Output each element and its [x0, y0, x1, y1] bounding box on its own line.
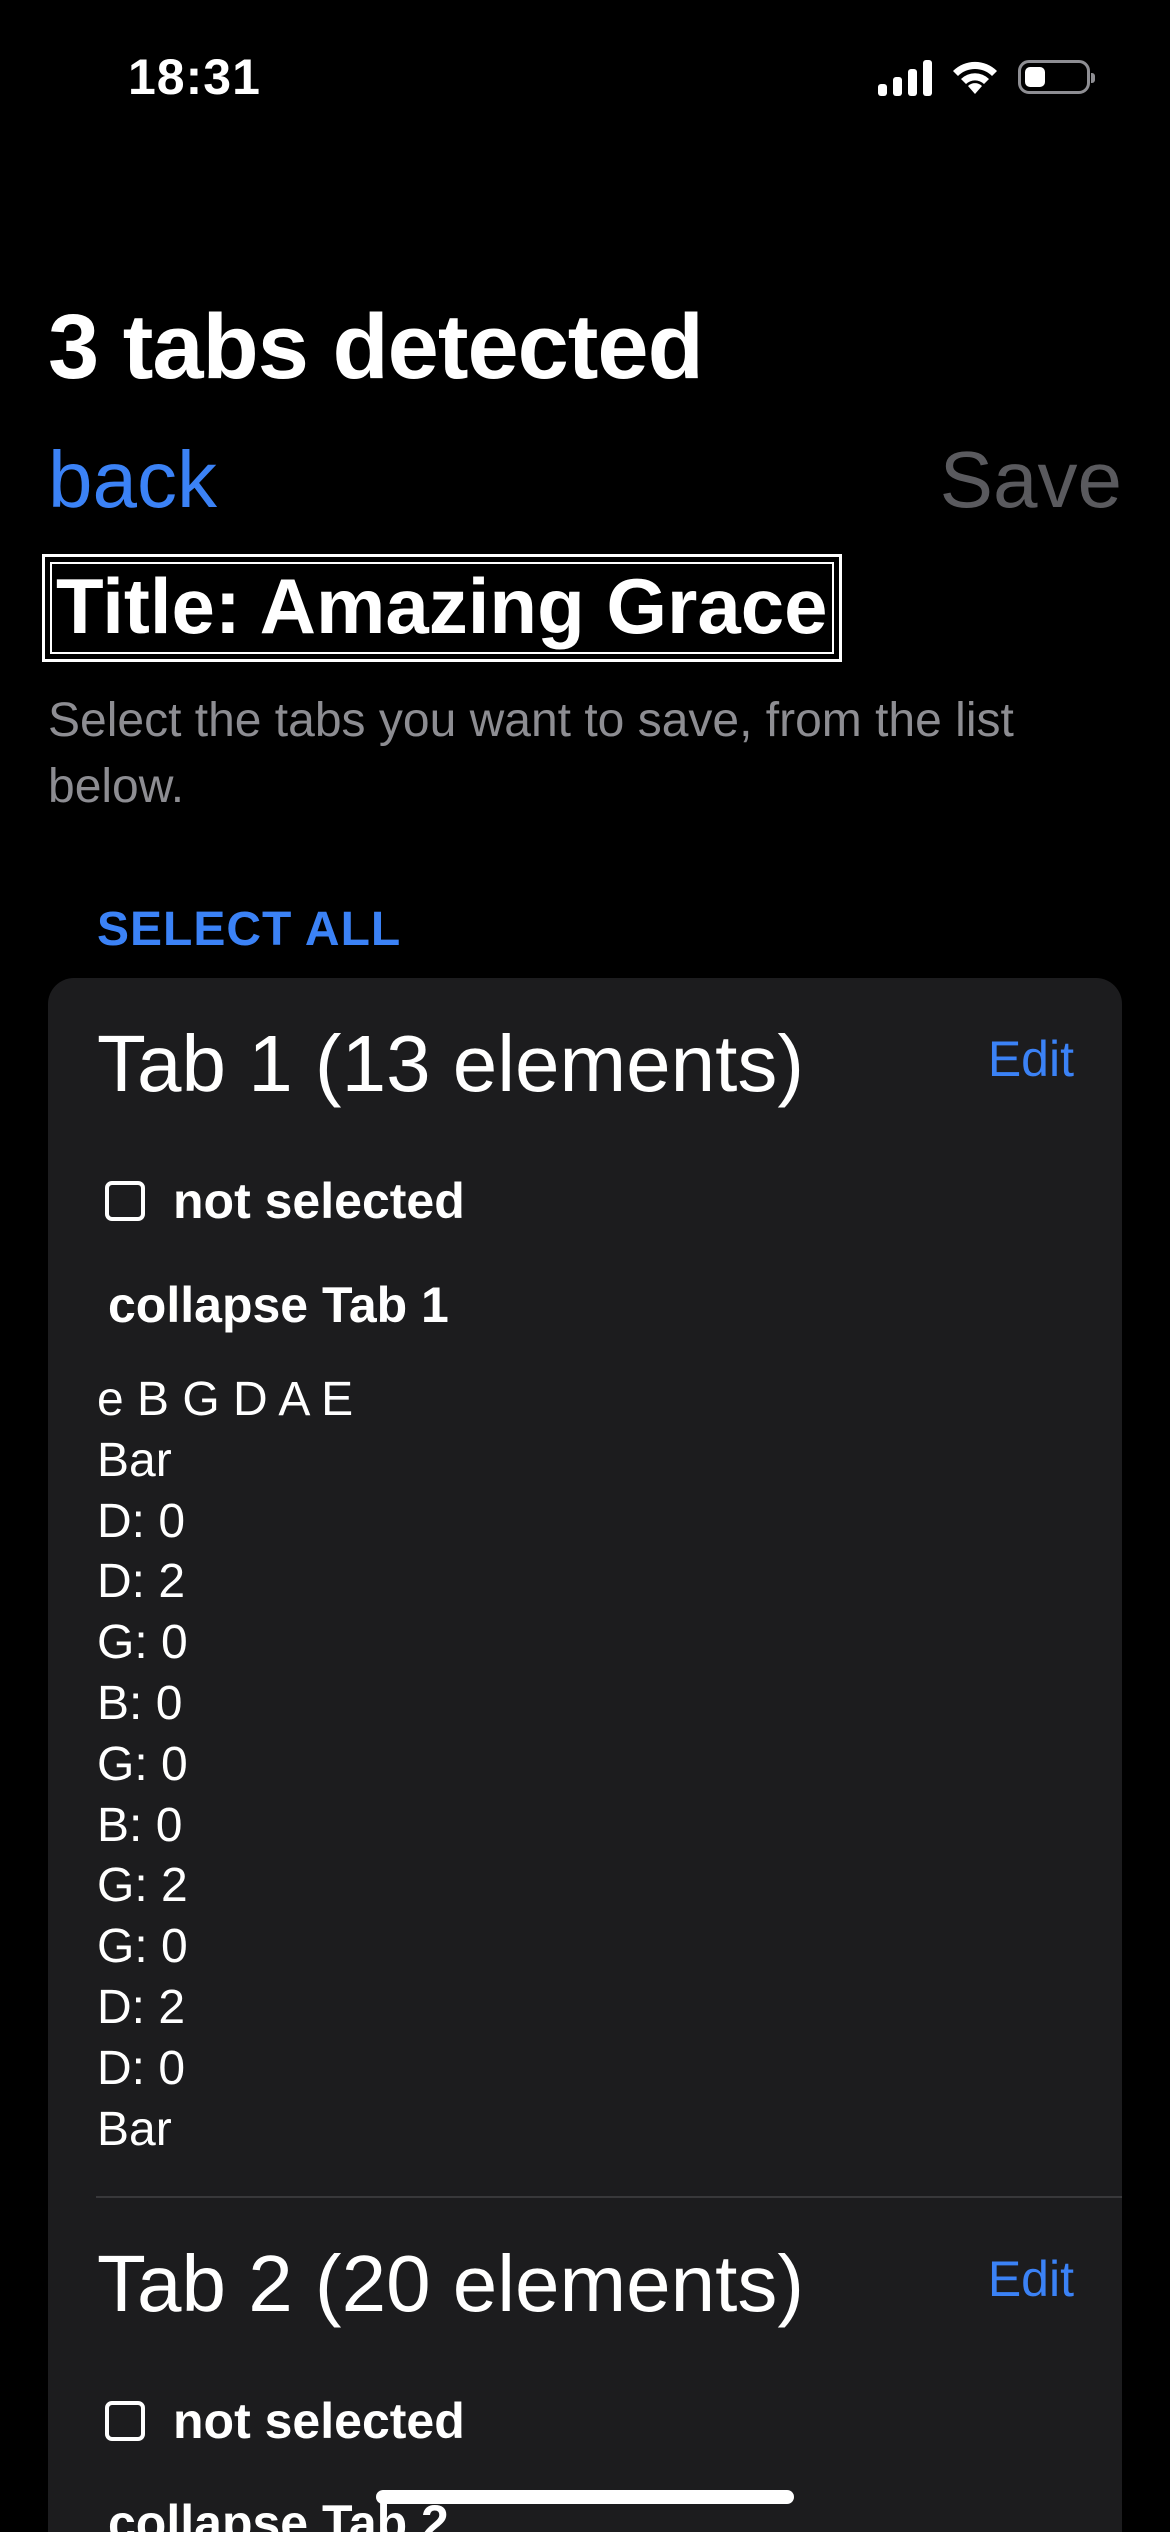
screen: 18:31 3 tabs detected back Save Title: A… [0, 0, 1170, 2532]
list-item: G: 2 [97, 1859, 188, 1913]
list-item: Bar [97, 2102, 172, 2156]
save-button[interactable]: Save [940, 434, 1122, 526]
list-item: G: 0 [97, 1737, 188, 1791]
list-item: G: 0 [97, 1920, 188, 1974]
list-item: G: 0 [97, 1616, 188, 1670]
tab-title: Tab 1 (13 elements) [97, 1019, 805, 1108]
battery-icon [1018, 60, 1095, 94]
tabs-list: Tab 1 (13 elements) Edit not selected co… [48, 978, 1122, 2532]
wifi-icon [953, 61, 997, 94]
list-item: D: 2 [97, 1555, 186, 1609]
list-item: Bar [97, 1433, 172, 1487]
edit-tab-button[interactable]: Edit [988, 1030, 1074, 1088]
edit-tab-button[interactable]: Edit [988, 2250, 1074, 2308]
tab-section-2: Tab 2 (20 elements) Edit not selected co… [48, 2198, 1122, 2532]
battery-level [1025, 67, 1046, 87]
list-item: e B G D A E [97, 1373, 354, 1426]
song-title-text: Title: Amazing Grace [50, 562, 834, 654]
list-item: B: 0 [97, 1676, 183, 1730]
select-all-button[interactable]: SELECT ALL [97, 902, 401, 957]
tab-section-1: Tab 1 (13 elements) Edit not selected co… [48, 978, 1122, 2194]
checkbox-label: not selected [173, 2393, 465, 2449]
list-item: D: 0 [97, 2041, 186, 2095]
song-title-field[interactable]: Title: Amazing Grace [42, 554, 842, 662]
status-time: 18:31 [128, 49, 261, 105]
checkbox-icon [105, 1181, 145, 1221]
tab-elements-list: e B G D A E Bar D: 0 D: 2 G: 0 B: 0 G: 0… [97, 1370, 353, 2160]
home-indicator[interactable] [376, 2490, 794, 2504]
checkbox-icon [105, 2401, 145, 2441]
checkbox-label: not selected [173, 1173, 465, 1229]
select-tab-checkbox[interactable]: not selected [105, 2392, 465, 2450]
back-button[interactable]: back [48, 434, 217, 526]
list-item: D: 0 [97, 1494, 186, 1548]
cellular-signal-icon [878, 58, 932, 96]
select-tab-checkbox[interactable]: not selected [105, 1172, 465, 1230]
list-item: B: 0 [97, 1798, 183, 1852]
list-item: D: 2 [97, 1980, 186, 2034]
collapse-tab-button[interactable]: collapse Tab 1 [108, 1276, 449, 1334]
page-title: 3 tabs detected [48, 296, 704, 398]
tab-title: Tab 2 (20 elements) [97, 2239, 805, 2328]
status-icons [878, 52, 1095, 102]
instructions-text: Select the tabs you want to save, from t… [48, 694, 1014, 813]
